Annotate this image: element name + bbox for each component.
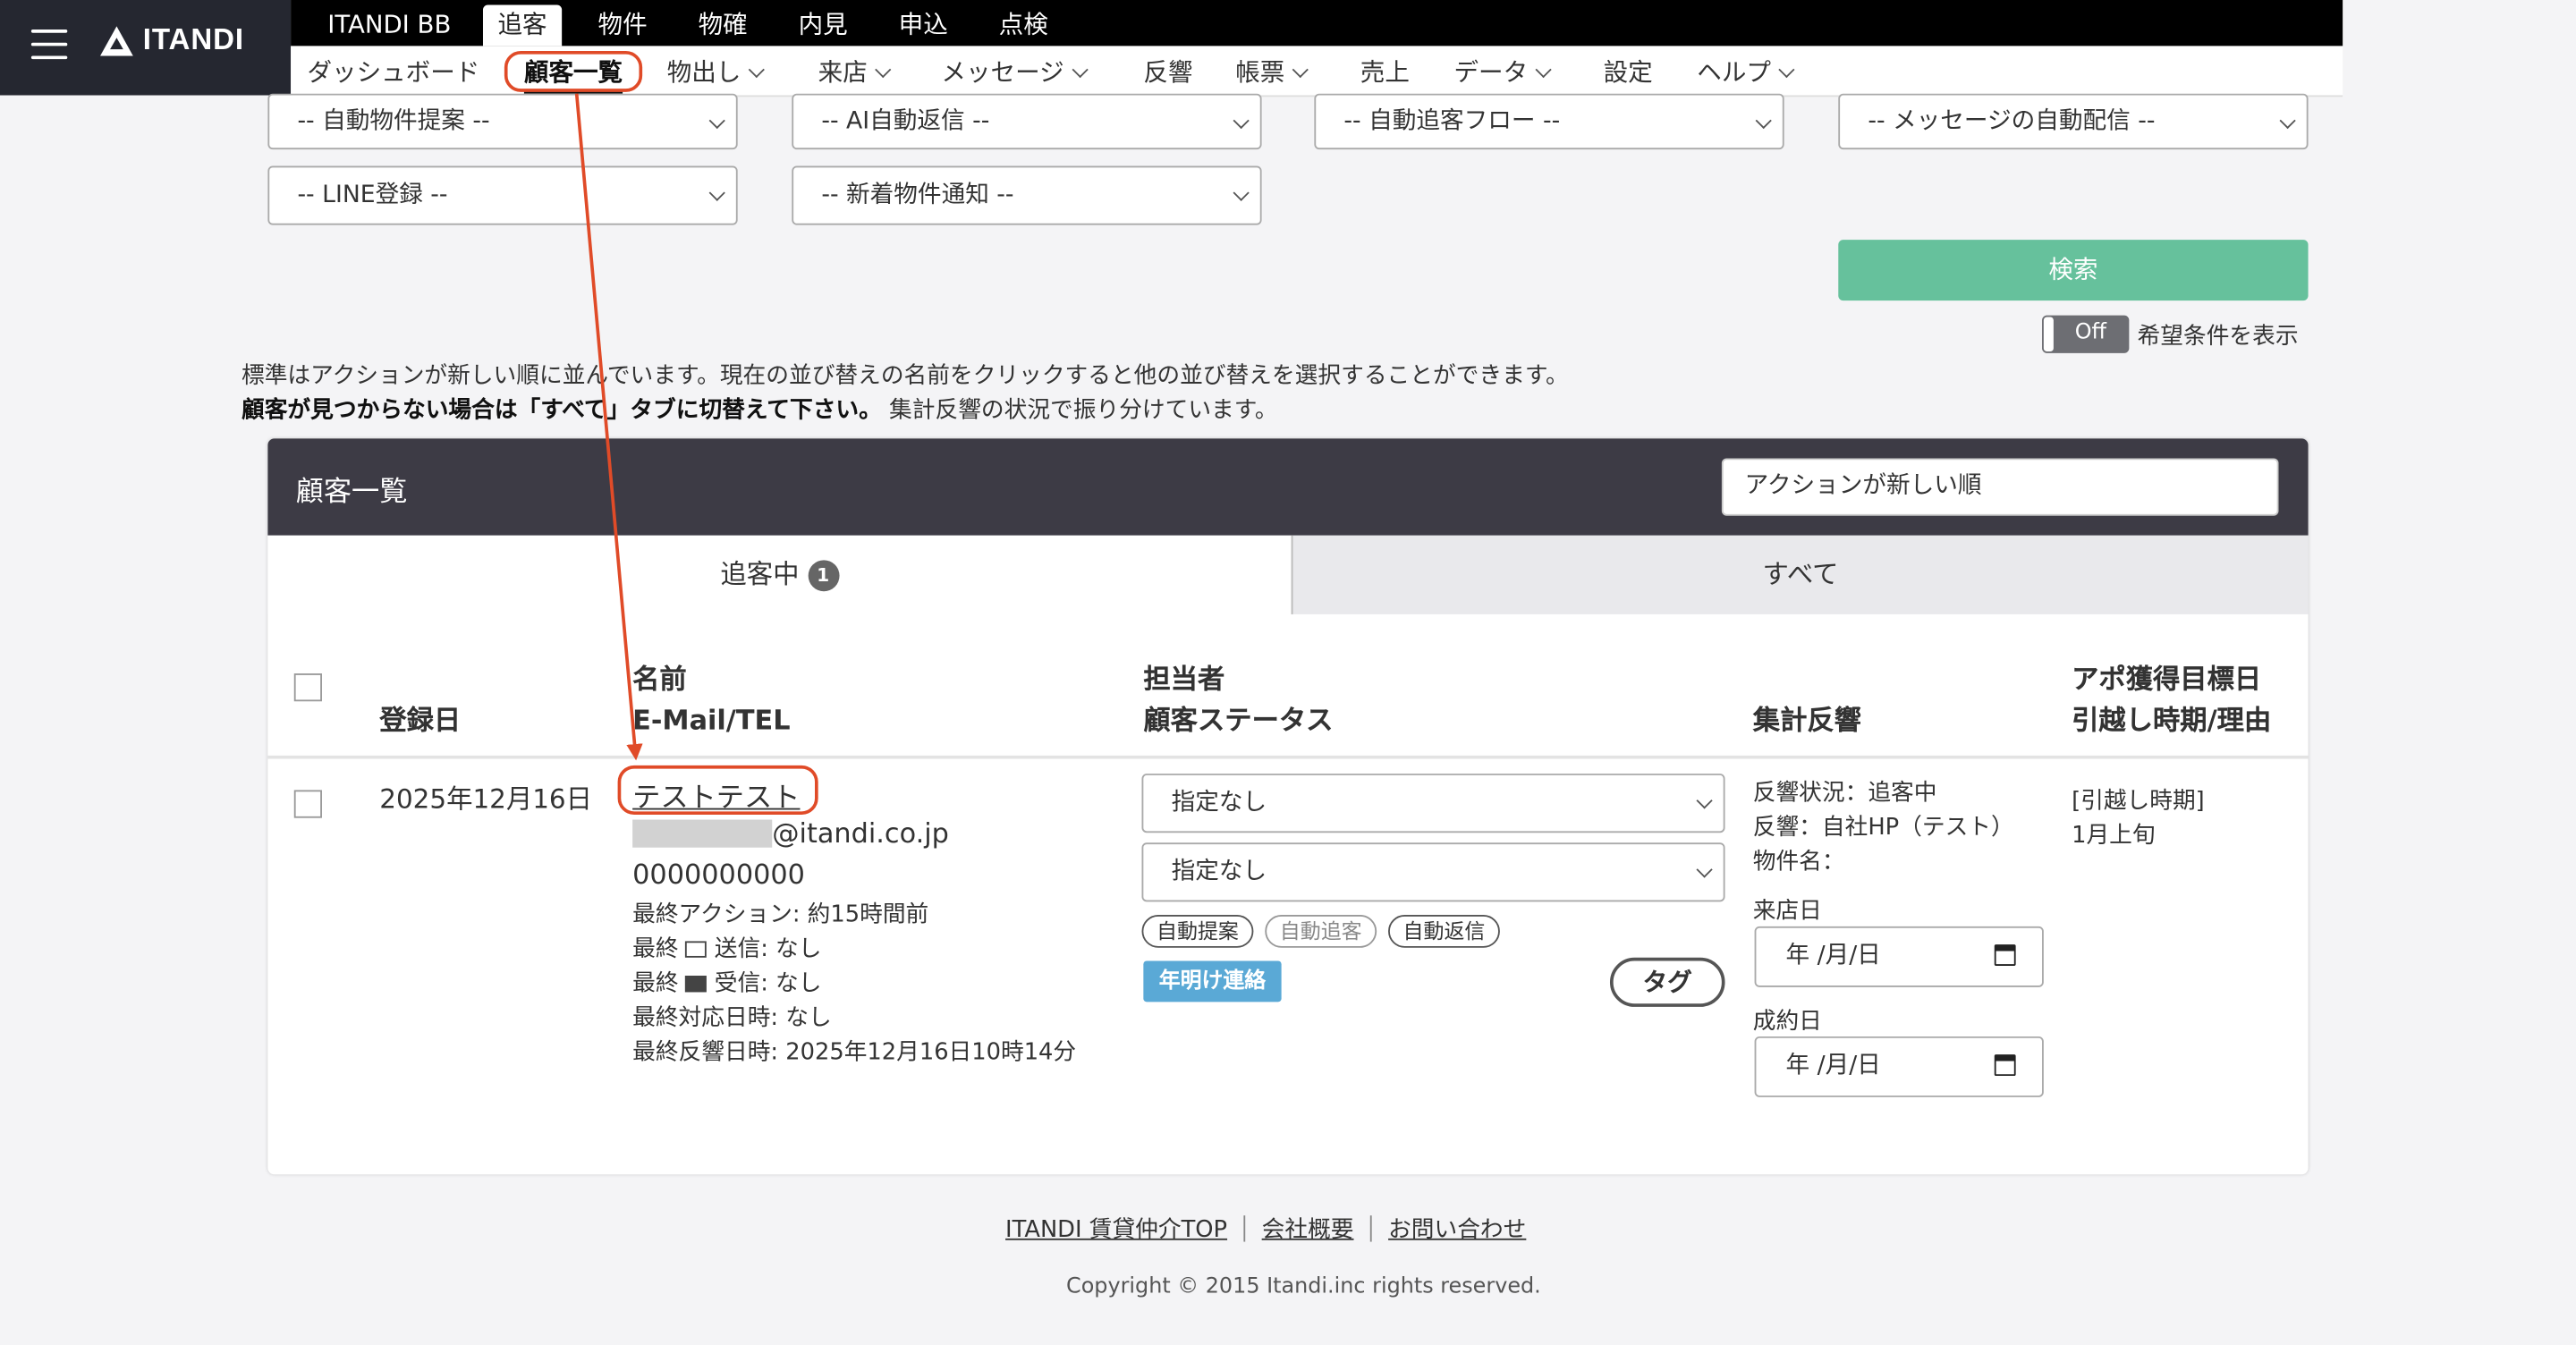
annotation-arrow — [574, 93, 643, 761]
page: ITANDI ITANDI BB 追客 物件 物確 内見 申込 点検 ダッシュボ… — [0, 0, 2576, 1345]
arrow-line — [574, 93, 643, 761]
